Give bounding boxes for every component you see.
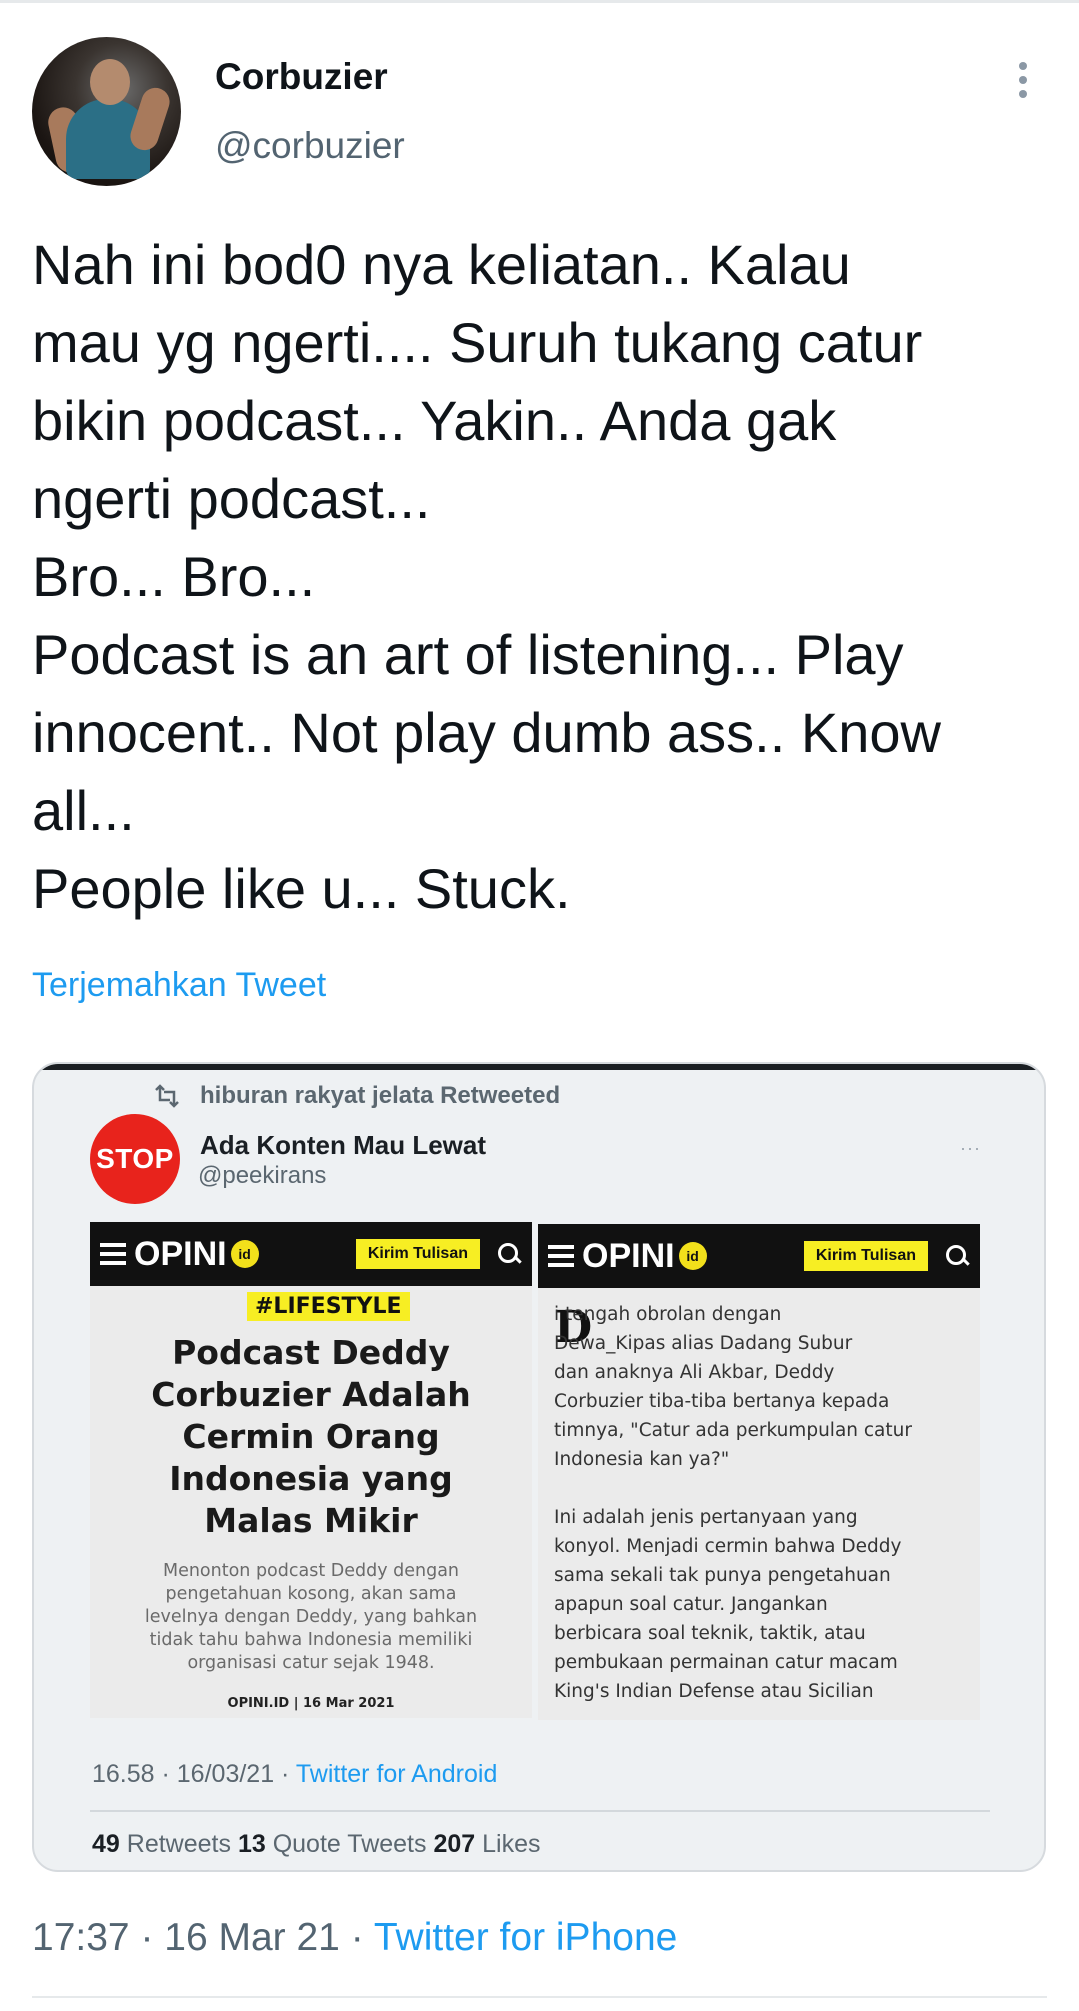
author-handle[interactable]: @corbuzier	[215, 125, 405, 167]
menu-icon	[100, 1243, 126, 1265]
embedded-timestamp: 16.58 · 16/03/21 · Twitter for Android	[92, 1760, 497, 1789]
embedded-date: 16/03/21	[176, 1760, 275, 1788]
search-icon	[496, 1241, 522, 1267]
likes-label: Likes	[482, 1830, 541, 1858]
card-top-edge	[34, 1064, 1044, 1070]
kirim-tulisan-button: Kirim Tulisan	[355, 1239, 480, 1269]
top-divider	[0, 0, 1079, 3]
tweet-date: 16 Mar 21	[164, 1916, 340, 1959]
article-body: i tengah obrolan dengan Dewa_Kipas alias…	[554, 1304, 912, 1702]
embedded-divider	[90, 1810, 990, 1812]
bottom-divider	[32, 1996, 1047, 1998]
opini-logo: OPINI	[134, 1234, 227, 1273]
article-panel-right: OPINI id Kirim Tulisan D i tengah obrola…	[538, 1224, 980, 1720]
stop-sign-avatar: STOP	[90, 1114, 180, 1204]
author-display-name[interactable]: Corbuzier	[215, 56, 388, 98]
quotes-count: 13	[237, 1830, 266, 1858]
article-lede: Menonton podcast Deddy dengan pengetahua…	[144, 1561, 478, 1673]
embedded-time: 16.58	[92, 1760, 155, 1788]
embedded-source: Twitter for Android	[295, 1760, 498, 1788]
translate-tweet-link[interactable]: Terjemahkan Tweet	[32, 966, 326, 1005]
embedded-stats: 49 Retweets 13 Quote Tweets 207 Likes	[92, 1830, 541, 1859]
retweets-label: Retweets	[126, 1830, 231, 1858]
retweet-icon	[155, 1084, 179, 1108]
embedded-more-icon: ···	[960, 1138, 981, 1158]
tweet-text: Nah ini bod0 nya keliatan.. Kalau mau yg…	[32, 233, 941, 920]
article-headline: Podcast Deddy Corbuzier Adalah Cermin Or…	[151, 1333, 471, 1540]
article-byline: OPINI.ID | 16 Mar 2021	[227, 1696, 395, 1711]
embedded-author-name: Ada Konten Mau Lewat	[200, 1130, 487, 1160]
opini-header-bar: OPINI id Kirim Tulisan	[538, 1224, 980, 1288]
attached-image-card[interactable]: hiburan rakyat jelata Retweeted STOP Ada…	[32, 1062, 1046, 1872]
menu-icon	[548, 1245, 574, 1267]
quotes-label: Quote Tweets	[272, 1830, 427, 1858]
search-icon	[944, 1243, 970, 1269]
more-options-icon[interactable]	[1016, 62, 1030, 102]
likes-count: 207	[433, 1830, 476, 1858]
author-avatar[interactable]	[32, 37, 181, 186]
avatar-head	[90, 59, 130, 105]
article-panel-left: OPINI id Kirim Tulisan #LIFESTYLE Podcas…	[90, 1222, 532, 1718]
retweeted-by-label: hiburan rakyat jelata Retweeted	[200, 1082, 561, 1109]
tweet-source-link[interactable]: Twitter for iPhone	[374, 1916, 677, 1959]
meta-separator: ·	[274, 1760, 296, 1788]
retweets-count: 49	[92, 1830, 120, 1858]
opini-header-bar: OPINI id Kirim Tulisan	[90, 1222, 532, 1286]
meta-separator: ·	[339, 1916, 374, 1959]
article-tag: #LIFESTYLE	[247, 1292, 410, 1321]
meta-separator: ·	[154, 1760, 177, 1788]
opini-logo: OPINI	[582, 1236, 675, 1275]
tweet-time: 17:37	[32, 1916, 130, 1959]
embedded-author-handle: @peekirans	[198, 1162, 327, 1189]
opini-logo-badge: id	[678, 1242, 707, 1270]
opini-logo-badge: id	[230, 1240, 259, 1268]
meta-separator: ·	[129, 1916, 165, 1959]
kirim-tulisan-button: Kirim Tulisan	[803, 1241, 928, 1271]
tweet-timestamp: 17:37 · 16 Mar 21 · Twitter for iPhone	[32, 1916, 677, 1960]
